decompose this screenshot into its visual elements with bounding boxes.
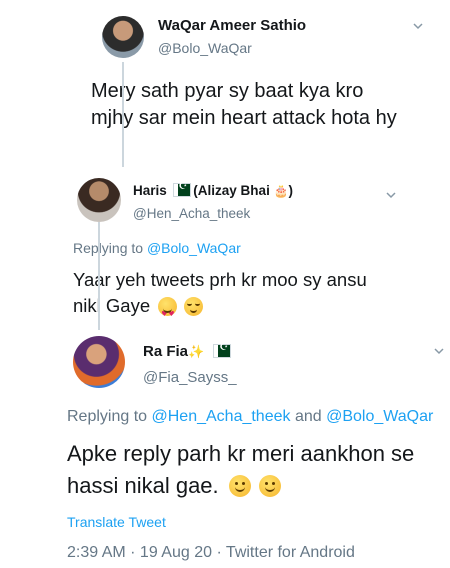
pakistan-flag-icon: [213, 342, 232, 358]
author-name[interactable]: Ra Fia✨: [143, 342, 232, 360]
tweet-timestamp[interactable]: 2:39 AM · 19 Aug 20 · Twitter for Androi…: [67, 544, 355, 562]
replying-prefix: Replying to: [73, 240, 147, 256]
replying-to-link[interactable]: @Bolo_WaQar: [147, 240, 241, 256]
slight-smile-emoji: [228, 475, 251, 497]
replying-and: and: [290, 408, 327, 425]
author-name-suffix-close: ): [288, 183, 294, 198]
replying-to-link[interactable]: @Bolo_WaQar: [326, 408, 433, 425]
author-name-suffix: (Alizay Bhai: [189, 183, 274, 198]
chevron-down-icon[interactable]: [434, 346, 444, 356]
author-name[interactable]: Haris (Alizay Bhai 🎂): [133, 181, 294, 198]
avatar[interactable]: [102, 16, 144, 58]
translate-tweet-link[interactable]: Translate Tweet: [67, 514, 166, 530]
tweet-text: Apke reply parh kr meri aankhon se hassi…: [67, 438, 447, 502]
chevron-down-icon[interactable]: [413, 21, 423, 31]
relieved-emoji: [184, 297, 204, 316]
tweet-1[interactable]: WaQar Ameer Sathio @Bolo_WaQar Mery sath…: [0, 0, 450, 165]
replying-prefix: Replying to: [67, 408, 152, 425]
tweet-2[interactable]: Haris (Alizay Bhai 🎂) @Hen_Acha_theek Re…: [0, 166, 450, 319]
sparkles-emoji: ✨: [188, 345, 205, 360]
tweet-3[interactable]: Ra Fia✨ @Fia_Sayss_ Replying to @Hen_Ach…: [0, 316, 450, 568]
heart-eyes-emoji: ♥ ♥: [158, 297, 178, 318]
thread-line: [122, 62, 124, 167]
tweet-text: Yaar yeh tweets prh kr moo sy ansu nikl …: [73, 267, 373, 319]
author-name-text: Haris: [133, 183, 167, 198]
slight-smile-emoji: [258, 475, 281, 497]
thread-line: [98, 222, 100, 330]
replying-to: Replying to @Hen_Acha_theek and @Bolo_Wa…: [67, 408, 433, 426]
avatar[interactable]: [77, 178, 121, 222]
author-handle[interactable]: @Hen_Acha_theek: [133, 206, 250, 221]
author-name-text: Ra Fia: [143, 343, 189, 360]
author-name[interactable]: WaQar Ameer Sathio: [158, 17, 306, 34]
tweet-text-content: Yaar yeh tweets prh kr moo sy ansu nikl …: [73, 269, 367, 316]
pakistan-flag-icon: [172, 181, 191, 197]
cake-emoji: 🎂: [273, 184, 289, 198]
author-handle[interactable]: @Bolo_WaQar: [158, 40, 252, 56]
chevron-down-icon[interactable]: [386, 190, 396, 200]
avatar[interactable]: [73, 336, 125, 388]
author-handle[interactable]: @Fia_Sayss_: [143, 369, 237, 386]
replying-to-link[interactable]: @Hen_Acha_theek: [152, 408, 291, 425]
tweet-text: Mery sath pyar sy baat kya kro mjhy sar …: [91, 80, 397, 129]
